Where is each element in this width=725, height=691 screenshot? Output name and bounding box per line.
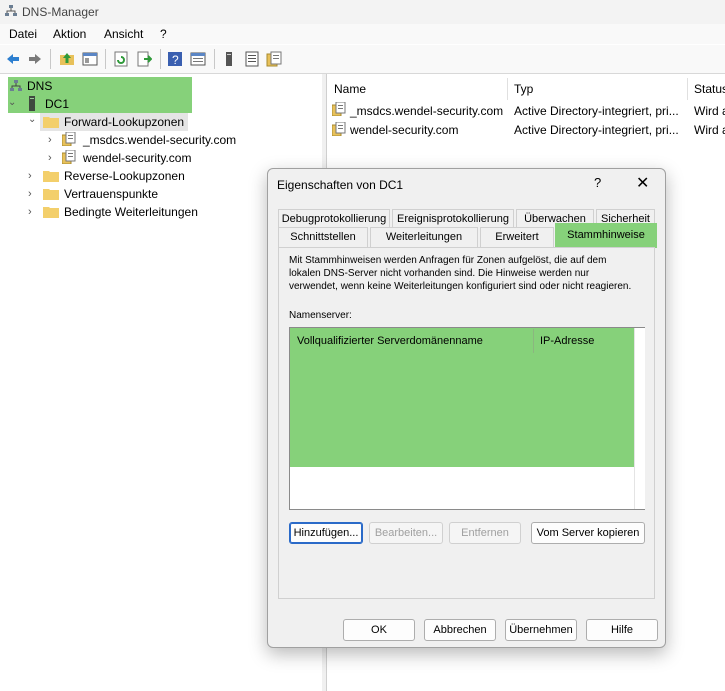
- help-icon[interactable]: ?: [594, 175, 601, 190]
- dialog-title: Eigenschaften von DC1: [277, 178, 404, 192]
- show-hide-tree-icon[interactable]: [82, 51, 98, 67]
- cancel-button[interactable]: Abbrechen: [424, 619, 496, 641]
- tree-item-zone-wendel[interactable]: wendel-security.com: [83, 151, 191, 165]
- help-icon[interactable]: ?: [167, 51, 183, 67]
- close-icon[interactable]: ✕: [636, 173, 649, 193]
- tree-item-conditional-forwarders[interactable]: Bedingte Weiterleitungen: [64, 205, 198, 219]
- column-header-ip[interactable]: IP-Adresse: [540, 335, 594, 347]
- column-header-status[interactable]: Status: [694, 82, 725, 96]
- add-button[interactable]: Hinzufügen...: [289, 522, 363, 544]
- tab-schnittstellen[interactable]: Schnittstellen: [278, 227, 368, 247]
- edit-button[interactable]: Bearbeiten...: [369, 522, 443, 544]
- tree-item-forward-lookup[interactable]: Forward-Lookupzonen: [64, 115, 184, 129]
- list-icon[interactable]: [244, 51, 260, 67]
- menu-help[interactable]: ?: [160, 27, 167, 41]
- zone-icon: [332, 102, 346, 116]
- svg-text:?: ?: [172, 53, 179, 67]
- refresh-icon[interactable]: [113, 51, 129, 67]
- folder-icon: [43, 207, 59, 218]
- server-icon[interactable]: [221, 51, 237, 67]
- chevron-right-icon[interactable]: ›: [48, 134, 52, 146]
- tree-item-reverse-lookup[interactable]: Reverse-Lookupzonen: [64, 169, 185, 183]
- list-row-name[interactable]: _msdcs.wendel-security.com: [350, 104, 503, 118]
- tree-item-trust-points[interactable]: Vertrauenspunkte: [64, 187, 158, 201]
- chevron-down-icon[interactable]: ⌄: [8, 97, 16, 108]
- folder-icon: [43, 171, 59, 182]
- list-row-name[interactable]: wendel-security.com: [350, 123, 458, 137]
- root-hints-description: Mit Stammhinweisen werden Anfragen für Z…: [289, 255, 632, 292]
- export-list-icon[interactable]: [136, 51, 152, 67]
- zone-icon: [62, 132, 76, 146]
- toolbar-separator: [160, 49, 161, 69]
- toolbar-separator: [50, 49, 51, 69]
- help-button[interactable]: Hilfe: [586, 619, 658, 641]
- column-separator[interactable]: [533, 329, 534, 353]
- apply-button[interactable]: Übernehmen: [505, 619, 577, 641]
- properties-dialog: Eigenschaften von DC1 ? ✕ Debugprotokoll…: [267, 168, 666, 648]
- up-folder-icon[interactable]: [59, 51, 75, 67]
- tab-stammhinweise[interactable]: Stammhinweise: [555, 223, 657, 248]
- list-row-status: Wird a: [694, 104, 725, 118]
- chevron-right-icon[interactable]: ›: [28, 170, 32, 182]
- properties-icon[interactable]: [190, 51, 206, 67]
- remove-button[interactable]: Entfernen: [449, 522, 521, 544]
- copy-from-server-button[interactable]: Vom Server kopieren: [531, 522, 645, 544]
- dns-manager-icon: [5, 5, 17, 16]
- nameserver-list-highlight: [290, 328, 635, 467]
- list-row-type: Active Directory-integriert, pri...: [514, 123, 679, 137]
- nameserver-label: Namenserver:: [289, 310, 352, 321]
- chevron-right-icon[interactable]: ›: [28, 206, 32, 218]
- tree-item-zone-msdcs[interactable]: _msdcs.wendel-security.com: [83, 133, 236, 147]
- toolbar: [0, 45, 725, 74]
- column-separator[interactable]: [507, 78, 508, 100]
- ok-button[interactable]: OK: [343, 619, 415, 641]
- scrollbar[interactable]: [634, 328, 645, 509]
- tab-ereignisprotokollierung[interactable]: Ereignisprotokollierung: [392, 209, 514, 227]
- zone-icon: [62, 150, 76, 164]
- window-title: DNS-Manager: [22, 5, 99, 19]
- menu-ansicht[interactable]: Ansicht: [104, 27, 143, 41]
- tab-erweitert[interactable]: Erweitert: [480, 227, 554, 247]
- menu-datei[interactable]: Datei: [9, 27, 37, 41]
- chevron-down-icon[interactable]: ⌄: [28, 114, 36, 125]
- forward-icon[interactable]: [27, 51, 43, 67]
- toolbar-separator: [105, 49, 106, 69]
- column-header-type[interactable]: Typ: [514, 82, 533, 96]
- toolbar-separator: [214, 49, 215, 69]
- tree-item-dns[interactable]: DNS: [27, 79, 52, 93]
- column-separator[interactable]: [687, 78, 688, 100]
- column-header-name[interactable]: Name: [334, 82, 366, 96]
- tab-weiterleitungen[interactable]: Weiterleitungen: [370, 227, 478, 247]
- back-icon[interactable]: [5, 51, 21, 67]
- tree-item-dc1[interactable]: DC1: [45, 97, 69, 111]
- chevron-right-icon[interactable]: ›: [48, 152, 52, 164]
- folder-icon: [43, 117, 59, 128]
- list-row-status: Wird a: [694, 123, 725, 137]
- dns-icon: [10, 80, 22, 91]
- folder-icon: [43, 189, 59, 200]
- server-icon: [29, 96, 35, 111]
- tab-debugprotokollierung[interactable]: Debugprotokollierung: [278, 209, 390, 227]
- list-row-type: Active Directory-integriert, pri...: [514, 104, 679, 118]
- chevron-right-icon[interactable]: ›: [28, 188, 32, 200]
- title-bar: [0, 0, 725, 24]
- zone-icon[interactable]: [266, 51, 282, 67]
- zone-icon: [332, 122, 346, 136]
- menu-aktion[interactable]: Aktion: [53, 27, 86, 41]
- column-header-fqdn[interactable]: Vollqualifizierter Serverdomänenname: [297, 335, 483, 347]
